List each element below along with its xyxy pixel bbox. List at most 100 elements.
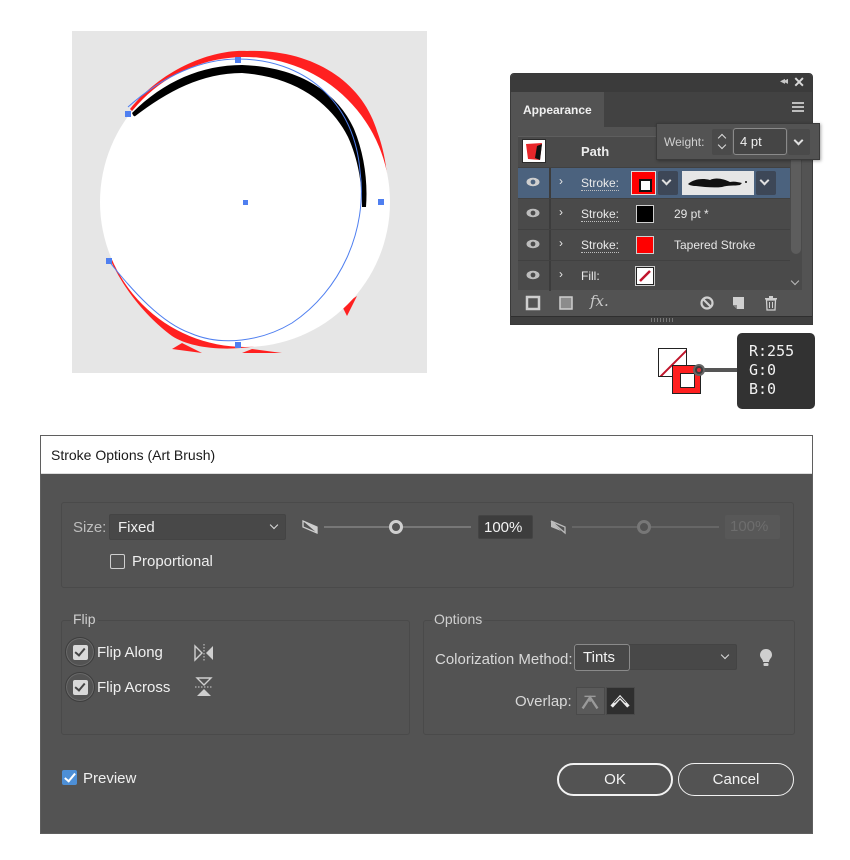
expand-chevron-icon[interactable]: › (559, 236, 563, 250)
lightbulb-tips-icon[interactable] (759, 648, 773, 668)
stroke-weight-value: 29 pt * (674, 207, 709, 221)
taper-end-icon (550, 520, 566, 535)
panel-title-bar[interactable]: ◂◂ ✕ (511, 74, 812, 92)
stroke-label-link[interactable]: Stroke: (581, 176, 620, 191)
expand-chevron-icon[interactable]: › (559, 205, 563, 219)
appearance-row-fill[interactable]: › Fill: (518, 260, 794, 291)
dialog-title: Stroke Options (Art Brush) (41, 436, 812, 474)
chevron-down-icon (269, 520, 279, 530)
decrement-icon[interactable] (717, 140, 727, 150)
red-value: R:255 (749, 342, 795, 360)
visibility-eye-icon[interactable] (526, 177, 540, 187)
anchor-point (125, 111, 131, 117)
overlap-label: Overlap: (515, 693, 572, 710)
size-label: Size: (73, 519, 107, 536)
collapse-panel-icon[interactable]: ◂◂ (780, 76, 788, 87)
slider-knob (637, 520, 651, 534)
appearance-row-stroke-2[interactable]: › Stroke: 29 pt * (518, 198, 794, 229)
flip-along-checkbox[interactable] (65, 637, 95, 667)
blue-value: B:0 (749, 380, 777, 398)
panel-footer: fx. (511, 292, 812, 316)
overlap-adjust-corners-button[interactable] (576, 687, 605, 715)
weight-stepper[interactable] (712, 129, 732, 155)
stroke-color-swatch[interactable] (631, 171, 656, 195)
options-group (423, 620, 795, 735)
artboard-canvas[interactable] (72, 31, 427, 373)
close-panel-icon[interactable]: ✕ (793, 74, 805, 91)
weight-label: Weight: (664, 135, 705, 149)
panel-menu-icon[interactable] (792, 102, 804, 112)
anchor-point (235, 342, 241, 348)
brush-definition-preview[interactable] (682, 171, 754, 195)
preview-checkbox[interactable] (62, 770, 77, 785)
divider (549, 261, 551, 291)
flip-along-label: Flip Along (97, 644, 163, 661)
divider (549, 168, 551, 198)
visibility-eye-icon[interactable] (526, 208, 540, 218)
flip-along-icon (194, 644, 213, 662)
circle-artwork[interactable] (72, 31, 427, 373)
fx-icon[interactable]: fx. (590, 292, 614, 310)
appearance-row-stroke-3[interactable]: › Stroke: Tapered Stroke (518, 229, 794, 260)
panel-resize-grip[interactable] (511, 316, 812, 324)
colorization-method-label: Colorization Method: (435, 651, 573, 668)
size-select[interactable]: Fixed (109, 514, 286, 540)
stroke-label-link[interactable]: Stroke: (581, 207, 620, 222)
brush-dropdown[interactable] (756, 171, 776, 195)
fill-none-swatch[interactable] (636, 267, 654, 285)
stroke-label-link[interactable]: Stroke: (581, 238, 620, 253)
anchor-point (235, 57, 241, 63)
flip-group (61, 620, 410, 735)
appearance-panel: ◂◂ ✕ Appearance Path › Stroke: › Stroke:… (510, 73, 813, 325)
colorization-method-value: Tints (574, 644, 630, 671)
flip-across-icon (195, 677, 213, 696)
path-thumbnail (522, 139, 546, 163)
add-new-stroke-icon[interactable] (525, 295, 541, 311)
chevron-down-icon (759, 175, 770, 186)
fill-label[interactable]: Fill: (581, 269, 600, 283)
stroke-color-swatch[interactable] (636, 205, 654, 223)
ok-button[interactable]: OK (557, 763, 673, 796)
appearance-row-stroke-1[interactable]: › Stroke: (518, 167, 794, 198)
anchor-point (106, 258, 112, 264)
delete-item-icon[interactable] (763, 295, 779, 311)
tooltip-anchor-dot (693, 364, 705, 376)
expand-chevron-icon[interactable]: › (559, 267, 563, 281)
secondary-percent-input: 100% (725, 515, 780, 539)
stroke-color-swatch[interactable] (636, 236, 654, 254)
add-new-fill-icon[interactable] (558, 295, 574, 311)
cancel-button[interactable]: Cancel (678, 763, 794, 796)
weight-dropdown[interactable] (788, 129, 810, 155)
slider-knob[interactable] (389, 520, 403, 534)
flip-across-checkbox[interactable] (65, 672, 95, 702)
clear-appearance-icon[interactable] (699, 295, 715, 311)
checkmark-icon (73, 680, 88, 695)
preview-label: Preview (83, 770, 137, 787)
overlap-no-adjust-button[interactable] (606, 687, 635, 715)
visibility-eye-icon[interactable] (526, 239, 540, 249)
tab-appearance[interactable]: Appearance (511, 92, 604, 127)
flip-across-label: Flip Across (97, 679, 171, 696)
size-select-value: Fixed (118, 519, 155, 536)
panel-tab-bar: Appearance (511, 92, 812, 127)
rgb-color-tooltip: R:255 G:0 B:0 (737, 333, 815, 409)
chevron-down-icon (793, 135, 804, 146)
anchor-point (378, 199, 384, 205)
proportional-checkbox[interactable] (110, 554, 125, 569)
scroll-down-icon[interactable] (790, 276, 800, 286)
colorization-method-select[interactable]: Tints (574, 644, 737, 671)
stroke-color-dropdown[interactable] (658, 171, 678, 195)
proportional-label: Proportional (132, 553, 213, 570)
duplicate-item-icon[interactable] (730, 295, 746, 311)
expand-chevron-icon[interactable]: › (559, 174, 563, 188)
checkmark-icon (73, 645, 88, 660)
options-legend: Options (432, 611, 485, 627)
divider (549, 199, 551, 229)
stroke-weight-popup: Weight: 4 pt (656, 123, 820, 160)
visibility-eye-icon[interactable] (526, 270, 540, 280)
divider (549, 230, 551, 260)
green-value: G:0 (749, 361, 777, 379)
object-type-label: Path (581, 144, 610, 159)
size-percent-input[interactable]: 100% (478, 515, 533, 539)
weight-input[interactable]: 4 pt (733, 128, 787, 155)
